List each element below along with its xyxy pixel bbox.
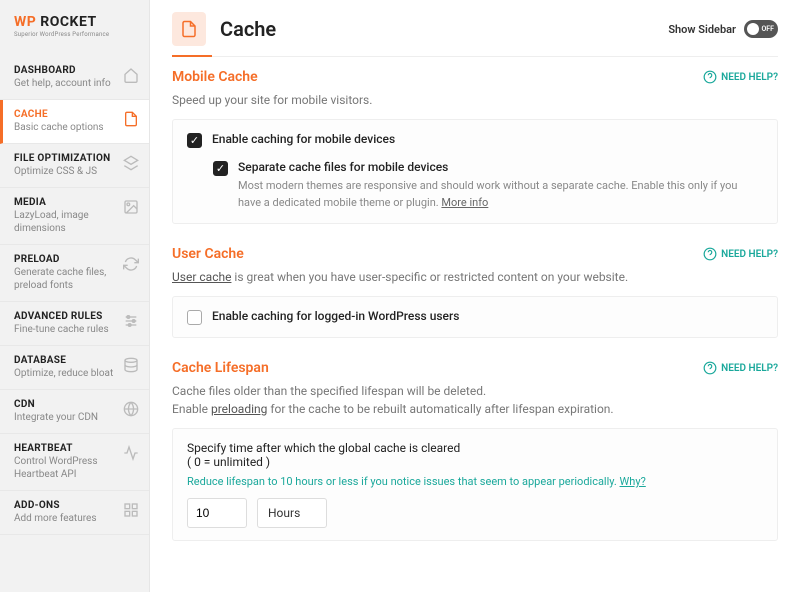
help-icon <box>703 361 717 375</box>
page-header: Cache Show Sidebar OFF <box>172 12 778 57</box>
sidebar-nav: DashboardGet help, account info CacheBas… <box>0 56 149 535</box>
nav-desc: Add more features <box>14 512 117 525</box>
nav-title: Dashboard <box>14 65 117 76</box>
nav-title: Database <box>14 355 117 366</box>
sidebar-item-dashboard[interactable]: DashboardGet help, account info <box>0 56 149 100</box>
user-cache-link[interactable]: User cache <box>172 270 231 284</box>
section-title: Mobile Cache <box>172 69 258 85</box>
nav-desc: Fine-tune cache rules <box>14 323 117 336</box>
sidebar-item-cdn[interactable]: CDNIntegrate your CDN <box>0 390 149 434</box>
show-sidebar-toggle[interactable]: Show Sidebar OFF <box>668 20 778 38</box>
nav-title: CDN <box>14 399 117 410</box>
lifespan-options: Specify time after which the global cach… <box>172 428 778 541</box>
section-title: User Cache <box>172 246 244 262</box>
nav-title: Add-ons <box>14 500 117 511</box>
sidebar-item-media[interactable]: MediaLazyLoad, image dimensions <box>0 188 149 245</box>
refresh-icon <box>123 256 139 272</box>
section-desc: User cache is great when you have user-s… <box>172 268 778 286</box>
need-help-link[interactable]: NEED HELP? <box>703 361 778 375</box>
enable-mobile-cache-checkbox[interactable] <box>187 133 202 148</box>
nav-desc: Integrate your CDN <box>14 411 117 424</box>
nav-title: Cache <box>14 109 117 120</box>
logo-rocket: ROCKET <box>36 14 96 30</box>
lifespan-unit-select[interactable]: Hours <box>257 498 327 528</box>
main-content: Cache Show Sidebar OFF Mobile Cache NEED… <box>150 0 800 592</box>
section-desc: Speed up your site for mobile visitors. <box>172 91 778 109</box>
enable-user-cache-checkbox[interactable] <box>187 310 202 325</box>
layers-icon <box>123 155 139 171</box>
nav-desc: Optimize, reduce bloat <box>14 367 117 380</box>
nav-desc: Control WordPress Heartbeat API <box>14 455 117 481</box>
opt-desc: Most modern themes are responsive and sh… <box>238 178 763 211</box>
lifespan-box-sub: ( 0 = unlimited ) <box>187 455 763 469</box>
nav-title: Media <box>14 197 117 208</box>
sidebar-item-preload[interactable]: PreloadGenerate cache files, preload fon… <box>0 245 149 302</box>
opt-label: Enable caching for mobile devices <box>212 132 395 146</box>
page-title: Cache <box>220 17 276 41</box>
nav-title: Heartbeat <box>14 443 117 454</box>
user-cache-section: User Cache NEED HELP? User cache is grea… <box>172 246 778 338</box>
sidebar-item-file-optimization[interactable]: File OptimizationOptimize CSS & JS <box>0 144 149 188</box>
preloading-link[interactable]: preloading <box>211 402 267 416</box>
logo-wp: WP <box>14 14 36 30</box>
toggle-switch[interactable]: OFF <box>744 20 778 38</box>
sidebar-item-database[interactable]: DatabaseOptimize, reduce bloat <box>0 346 149 390</box>
nav-desc: LazyLoad, image dimensions <box>14 209 117 235</box>
nav-desc: Get help, account info <box>14 77 117 90</box>
show-sidebar-label: Show Sidebar <box>668 23 736 36</box>
why-link[interactable]: Why? <box>620 475 646 488</box>
image-icon <box>123 199 139 215</box>
sidebar-item-advanced-rules[interactable]: Advanced RulesFine-tune cache rules <box>0 302 149 346</box>
opt-label: Enable caching for logged-in WordPress u… <box>212 309 459 323</box>
puzzle-icon <box>123 502 139 518</box>
file-icon <box>123 111 139 127</box>
nav-desc: Generate cache files, preload fonts <box>14 266 117 292</box>
heart-icon <box>123 445 139 461</box>
lifespan-value-input[interactable] <box>187 498 247 528</box>
sidebar-item-addons[interactable]: Add-onsAdd more features <box>0 491 149 535</box>
mobile-cache-options: Enable caching for mobile devices Separa… <box>172 119 778 224</box>
lifespan-box-title: Specify time after which the global cach… <box>187 441 763 455</box>
nav-desc: Basic cache options <box>14 121 117 134</box>
need-help-link[interactable]: NEED HELP? <box>703 247 778 261</box>
section-title: Cache Lifespan <box>172 360 269 376</box>
logo-tagline: Superior WordPress Performance <box>14 31 139 38</box>
nav-desc: Optimize CSS & JS <box>14 165 117 178</box>
opt-label: Separate cache files for mobile devices <box>238 160 763 174</box>
mobile-cache-section: Mobile Cache NEED HELP? Speed up your si… <box>172 69 778 224</box>
separate-cache-checkbox[interactable] <box>213 161 228 176</box>
database-icon <box>123 357 139 373</box>
user-cache-options: Enable caching for logged-in WordPress u… <box>172 296 778 338</box>
need-help-link[interactable]: NEED HELP? <box>703 70 778 84</box>
globe-icon <box>123 401 139 417</box>
brand-logo: WP ROCKET Superior WordPress Performance <box>0 0 149 56</box>
sliders-icon <box>123 313 139 329</box>
nav-title: File Optimization <box>14 153 117 164</box>
more-info-link[interactable]: More info <box>441 196 488 209</box>
sidebar: WP ROCKET Superior WordPress Performance… <box>0 0 150 592</box>
sidebar-item-heartbeat[interactable]: HeartbeatControl WordPress Heartbeat API <box>0 434 149 491</box>
help-icon <box>703 70 717 84</box>
nav-title: Preload <box>14 254 117 265</box>
home-icon <box>123 67 139 83</box>
cache-page-icon <box>172 12 206 46</box>
help-icon <box>703 247 717 261</box>
section-desc: Cache files older than the specified lif… <box>172 382 778 418</box>
cache-lifespan-section: Cache Lifespan NEED HELP? Cache files ol… <box>172 360 778 541</box>
lifespan-hint: Reduce lifespan to 10 hours or less if y… <box>187 475 763 488</box>
nav-title: Advanced Rules <box>14 311 117 322</box>
sidebar-item-cache[interactable]: CacheBasic cache options <box>0 100 149 144</box>
